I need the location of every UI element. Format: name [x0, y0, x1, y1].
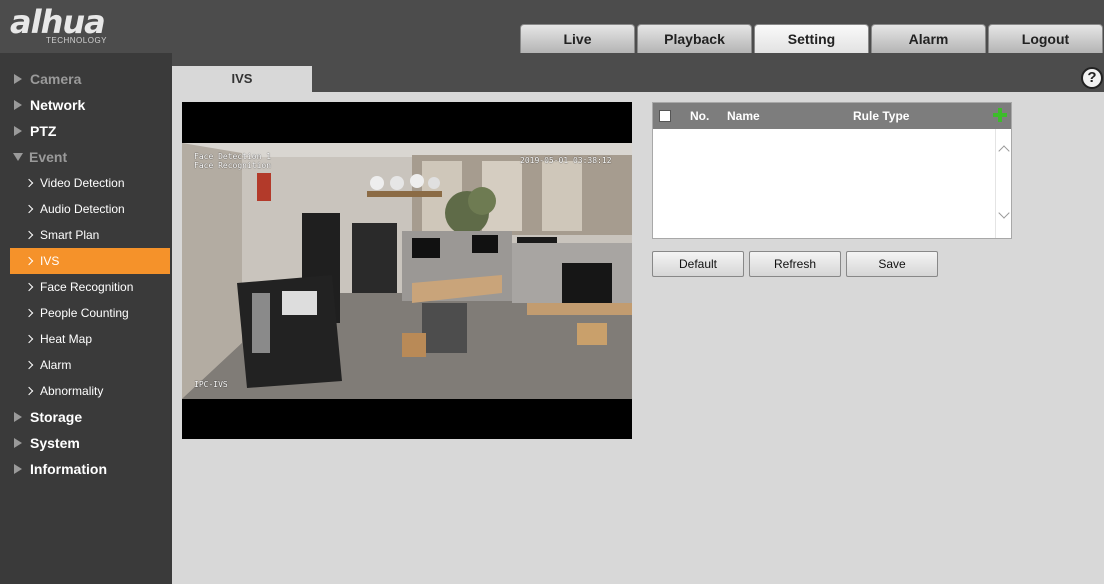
sidebar-subitem-label: Alarm: [40, 358, 72, 372]
sidebar-subitem-video-detection[interactable]: Video Detection: [0, 170, 172, 196]
tab-setting[interactable]: Setting: [754, 24, 869, 53]
tab-playback[interactable]: Playback: [637, 24, 752, 53]
logo-subtext: TECHNOLOGY: [46, 36, 108, 45]
sidebar-subitem-abnormality[interactable]: Abnormality: [0, 378, 172, 404]
chevron-right-icon: [24, 230, 34, 240]
tab-ivs[interactable]: IVS: [172, 66, 312, 92]
expand-triangle-icon: [14, 438, 22, 448]
sidebar-item-ptz[interactable]: PTZ: [0, 118, 172, 144]
sidebar-item-label: Camera: [30, 71, 82, 87]
add-rule-icon[interactable]: [993, 108, 1007, 122]
sidebar-item-event[interactable]: Event: [0, 144, 172, 170]
dahua-logo: alhua TECHNOLOGY: [10, 6, 107, 45]
chevron-right-icon: [24, 204, 34, 214]
chevron-right-icon: [24, 308, 34, 318]
scroll-down-icon[interactable]: [998, 207, 1010, 219]
sidebar-subitem-heat-map[interactable]: Heat Map: [0, 326, 172, 352]
help-icon[interactable]: ?: [1081, 67, 1103, 89]
rule-table: No. Name Rule Type: [652, 102, 1012, 239]
expand-triangle-icon: [14, 464, 22, 474]
sidebar-subitem-label: IVS: [40, 254, 60, 268]
rule-table-scrollbar[interactable]: [995, 129, 1011, 238]
sidebar-subitem-people-counting[interactable]: People Counting: [0, 300, 172, 326]
top-header: alhua TECHNOLOGY Live Playback Setting A…: [0, 0, 1104, 53]
rule-table-header: No. Name Rule Type: [653, 103, 1011, 129]
refresh-button[interactable]: Refresh: [749, 251, 841, 277]
sidebar-item-label: System: [30, 435, 80, 451]
column-header-rule-type: Rule Type: [853, 109, 910, 123]
osd-channel-name: IPC-IVS: [194, 380, 228, 389]
chevron-right-icon: [24, 360, 34, 370]
osd-face-detection: Face Detection 1: [194, 152, 272, 161]
sidebar-subitem-label: Smart Plan: [40, 228, 100, 242]
sidebar-subitem-alarm[interactable]: Alarm: [0, 352, 172, 378]
sidebar-item-label: Network: [30, 97, 86, 113]
column-header-no: No.: [690, 109, 710, 123]
sidebar-item-label: Information: [30, 461, 107, 477]
sidebar-item-label: Event: [29, 149, 68, 165]
tab-live[interactable]: Live: [520, 24, 635, 53]
osd-face-recognition: Face Recognition: [194, 161, 272, 170]
chevron-right-icon: [24, 256, 34, 266]
expand-triangle-icon: [14, 126, 22, 136]
video-preview[interactable]: Face Detection 1 Face Recognition 2019-0…: [182, 102, 632, 439]
camera-image: Face Detection 1 Face Recognition 2019-0…: [182, 143, 632, 399]
chevron-right-icon: [24, 282, 34, 292]
expand-triangle-icon: [14, 74, 22, 84]
sidebar-item-label: PTZ: [30, 123, 57, 139]
select-all-checkbox[interactable]: [659, 110, 671, 122]
sidebar-item-storage[interactable]: Storage: [0, 404, 172, 430]
chevron-right-icon: [24, 178, 34, 188]
sidebar-subitem-smart-plan[interactable]: Smart Plan: [0, 222, 172, 248]
column-header-name: Name: [727, 109, 760, 123]
sidebar: Camera Network PTZ Event Video Detection…: [0, 53, 172, 584]
sidebar-subitem-label: Face Recognition: [40, 280, 134, 294]
osd-label: Face Detection 1 Face Recognition: [194, 152, 271, 170]
expand-triangle-icon: [14, 412, 22, 422]
chevron-right-icon: [24, 386, 34, 396]
sidebar-subitem-label: Heat Map: [40, 332, 93, 346]
collapse-triangle-icon: [13, 153, 23, 161]
sidebar-subitem-face-recognition[interactable]: Face Recognition: [0, 274, 172, 300]
office-scene-illustration: [182, 143, 632, 399]
sidebar-item-camera[interactable]: Camera: [0, 66, 172, 92]
sidebar-subitem-label: People Counting: [40, 306, 129, 320]
chevron-right-icon: [24, 334, 34, 344]
sidebar-item-system[interactable]: System: [0, 430, 172, 456]
sidebar-subitem-label: Audio Detection: [40, 202, 125, 216]
scroll-up-icon[interactable]: [998, 145, 1010, 157]
sidebar-item-network[interactable]: Network: [0, 92, 172, 118]
osd-timestamp: 2019-05-01 03:38:12: [520, 156, 612, 165]
expand-triangle-icon: [14, 100, 22, 110]
sidebar-subitem-audio-detection[interactable]: Audio Detection: [0, 196, 172, 222]
sidebar-subitem-label: Video Detection: [40, 176, 125, 190]
sidebar-subitem-ivs[interactable]: IVS: [10, 248, 170, 274]
save-button[interactable]: Save: [846, 251, 938, 277]
sidebar-subitem-label: Abnormality: [40, 384, 104, 398]
sidebar-item-information[interactable]: Information: [0, 456, 172, 482]
sidebar-item-label: Storage: [30, 409, 83, 425]
main-tabs: Live Playback Setting Alarm Logout: [520, 24, 1104, 53]
tab-alarm[interactable]: Alarm: [871, 24, 986, 53]
tab-logout[interactable]: Logout: [988, 24, 1103, 53]
default-button[interactable]: Default: [652, 251, 744, 277]
logo-text: alhua: [10, 3, 106, 41]
